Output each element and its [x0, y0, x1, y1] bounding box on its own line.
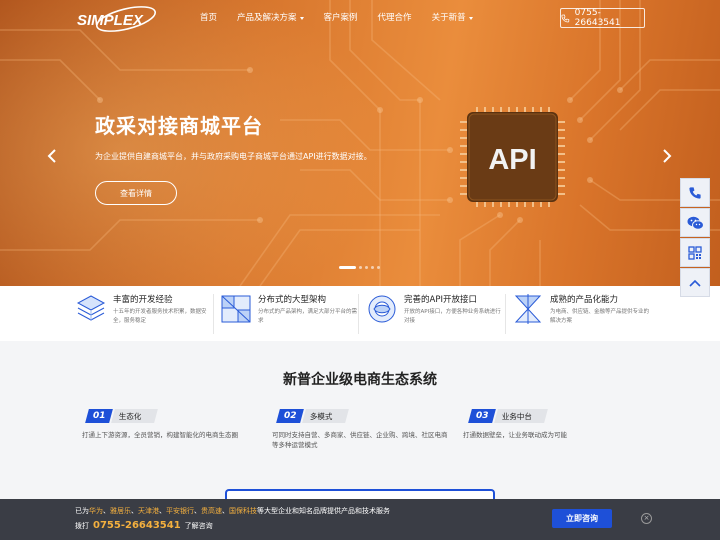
close-icon[interactable]: × [641, 513, 652, 524]
sidebar-qrcode-button[interactable] [680, 238, 710, 267]
api-chip-illustration: API [460, 107, 565, 207]
architecture-icon [221, 295, 251, 323]
nav-item-label: 产品及解决方案 [237, 13, 297, 23]
feature-item: 完善的API开放接口 开放的API接口，方便各种业务系统进行对接 [366, 286, 504, 341]
client-name: 雅居乐 [110, 507, 131, 515]
view-details-button[interactable]: 查看详情 [95, 181, 177, 205]
hero-banner: SIMPLEX 首页 产品及解决方案 客户案例 代理合作 关于新普 0755-2… [0, 0, 720, 286]
prev-slide-arrow-icon[interactable] [45, 148, 59, 164]
consult-bottom-bar: 已为华为、雅居乐、天津港、平安银行、贵高速、国保科技等大型企业和知名品牌提供产品… [0, 499, 720, 540]
feature-title: 完善的API开放接口 [404, 295, 477, 305]
feature-item: 丰富的开发经验 十五年的开发者服务技术积累，数据安全，服务稳定 [75, 286, 213, 341]
slide-dot[interactable] [365, 266, 368, 269]
hero-title: 政采对接商城平台 [95, 114, 263, 138]
sidebar-wechat-button[interactable] [680, 208, 710, 237]
slide-dot[interactable] [371, 266, 374, 269]
feature-item: 分布式的大型架构 分布式的产品架构，满足大部分平台的需求 [220, 286, 358, 341]
nav-item-label: 客户案例 [323, 13, 358, 23]
column-desc: 打通数据壁垒，让业务联动成为可能 [463, 431, 567, 439]
hero-subtitle: 为企业提供自建商城平台，并与政府采购电子商城平台通过API进行数据对接。 [95, 152, 372, 161]
circuit-background [0, 0, 720, 286]
nav-item-about[interactable]: 关于新普 [422, 8, 483, 28]
ecosystem-section: 新普企业级电商生态系统 01 生态化 打通上下游资源，全员营销，构建智能化的电商… [0, 341, 720, 503]
nav-item-label: 代理合作 [377, 13, 412, 23]
call-suffix: 了解咨询 [184, 521, 213, 530]
phone-icon [561, 14, 570, 22]
column-label: 多模式 [302, 409, 349, 423]
header-phone-button[interactable]: 0755-26643541 [560, 8, 645, 28]
floating-sidebar [680, 178, 710, 298]
divider [358, 294, 359, 334]
feature-desc: 为电商、供应链、金融等产品提供专业的解决方案 [550, 309, 650, 324]
feature-item: 成熟的产品化能力 为电商、供应链、金融等产品提供专业的解决方案 [512, 286, 650, 341]
client-list-line: 已为华为、雅居乐、天津港、平安银行、贵高速、国保科技等大型企业和知名品牌提供产品… [75, 507, 390, 515]
column-label: 生态化 [111, 409, 158, 423]
ecosystem-column: 02 多模式 可同时支持自营、多商家、供应链、企业购、跨境、社区电商等多种运营模… [272, 408, 452, 450]
api-chip-label: API [488, 144, 536, 176]
client-name: 国保科技 [229, 507, 257, 515]
simplex-logo[interactable]: SIMPLEX [74, 6, 160, 32]
logo-text: SIMPLEX [77, 12, 144, 29]
nav-item-home[interactable]: 首页 [190, 8, 227, 28]
call-prefix: 拨打 [75, 521, 89, 530]
feature-title: 成熟的产品化能力 [550, 295, 619, 305]
client-name: 华为 [89, 507, 103, 515]
nav-item-label: 首页 [200, 13, 218, 23]
caret-down-icon [468, 16, 473, 20]
column-desc: 可同时支持自营、多商家、供应链、企业购、跨境、社区电商等多种运营模式 [272, 431, 448, 449]
divider [505, 294, 506, 334]
column-desc: 打通上下游资源，全员营销，构建智能化的电商生态圈 [82, 431, 238, 439]
nav-item-cases[interactable]: 客户案例 [314, 8, 368, 28]
feature-title: 丰富的开发经验 [113, 295, 173, 305]
features-strip: 丰富的开发经验 十五年的开发者服务技术积累，数据安全，服务稳定 分布式的大型架构… [0, 286, 720, 341]
column-number: 03 [468, 409, 496, 423]
slide-indicators [339, 266, 380, 269]
page: SIMPLEX 首页 产品及解决方案 客户案例 代理合作 关于新普 0755-2… [0, 0, 720, 540]
consult-now-button[interactable]: 立即咨询 [552, 509, 612, 528]
header-phone-number: 0755-26643541 [574, 8, 621, 28]
product-capability-icon [514, 294, 542, 324]
divider [213, 294, 214, 334]
client-prefix: 已为 [75, 507, 89, 515]
sidebar-phone-button[interactable] [680, 178, 710, 207]
client-name: 天津港 [138, 507, 159, 515]
slide-dot[interactable] [339, 266, 356, 269]
nav-item-products[interactable]: 产品及解决方案 [227, 8, 314, 28]
client-name: 平安银行 [166, 507, 194, 515]
phone-icon [689, 186, 701, 199]
api-interface-icon [368, 295, 396, 323]
column-number: 02 [276, 409, 304, 423]
slide-dot[interactable] [377, 266, 380, 269]
chevron-up-icon [689, 279, 701, 287]
main-nav: 首页 产品及解决方案 客户案例 代理合作 关于新普 [190, 8, 483, 28]
column-number: 01 [85, 409, 113, 423]
layers-icon [76, 295, 106, 321]
nav-item-partners[interactable]: 代理合作 [368, 8, 422, 28]
ecosystem-column: 03 业务中台 打通数据壁垒，让业务联动成为可能 [463, 408, 643, 440]
wechat-icon [687, 216, 704, 230]
caret-down-icon [299, 16, 304, 20]
bottom-phone-number[interactable]: 0755-26643541 [93, 520, 181, 531]
column-label: 业务中台 [494, 409, 548, 423]
client-suffix: 等大型企业和知名品牌提供产品和技术服务 [257, 507, 390, 515]
site-header: SIMPLEX 首页 产品及解决方案 客户案例 代理合作 关于新普 0755-2… [0, 0, 720, 36]
ecosystem-column: 01 生态化 打通上下游资源，全员营销，构建智能化的电商生态圈 [82, 408, 262, 440]
section-title: 新普企业级电商生态系统 [283, 372, 437, 388]
client-name: 贵高速 [201, 507, 222, 515]
slide-dot[interactable] [359, 266, 362, 269]
nav-item-label: 关于新普 [431, 13, 466, 23]
qrcode-icon [688, 245, 702, 260]
feature-desc: 十五年的开发者服务技术积累，数据安全，服务稳定 [113, 309, 207, 324]
call-line: 拨打 0755-26643541 了解咨询 [75, 520, 213, 531]
feature-desc: 分布式的产品架构，满足大部分平台的需求 [258, 309, 358, 324]
next-slide-arrow-icon[interactable] [660, 148, 674, 164]
feature-title: 分布式的大型架构 [258, 295, 327, 305]
feature-desc: 开放的API接口，方便各种业务系统进行对接 [404, 309, 501, 324]
sidebar-back-to-top-button[interactable] [680, 268, 710, 297]
